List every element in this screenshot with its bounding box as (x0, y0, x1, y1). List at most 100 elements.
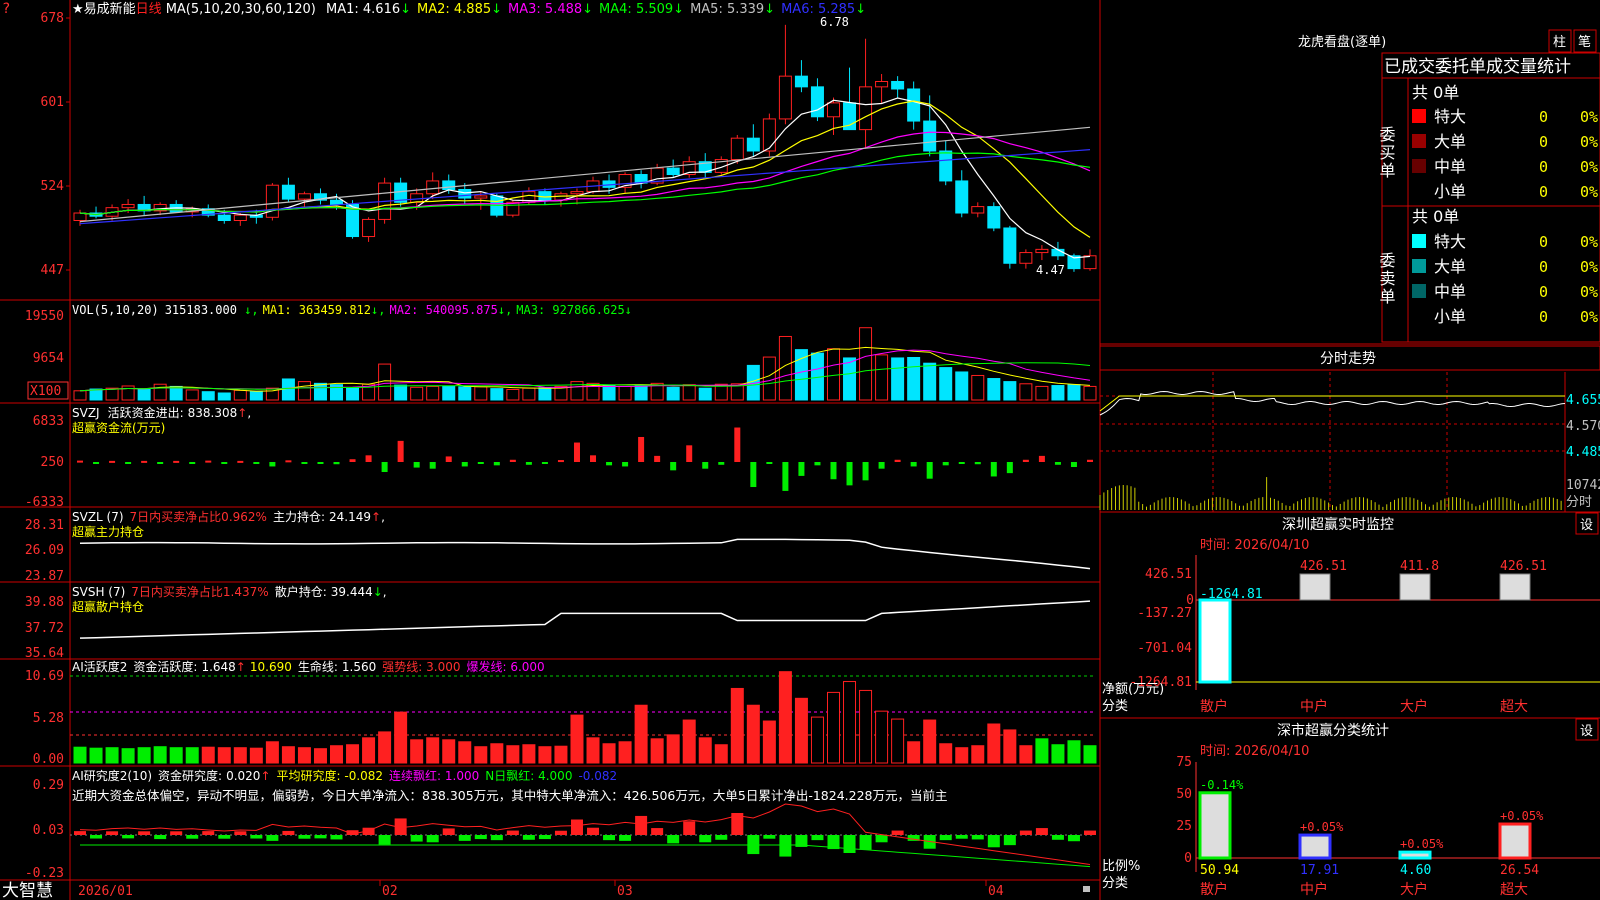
research-bar (122, 835, 135, 839)
buy-label: 委买单 (1377, 126, 1396, 180)
volume-bar (89, 388, 103, 401)
research-bar (442, 828, 455, 835)
monitor-title: 深圳超赢实时监控 (1282, 516, 1394, 533)
research-bar (74, 831, 86, 835)
activity-bar (698, 737, 712, 764)
dragon-title: 龙虎看盘(逐单) (1298, 34, 1386, 50)
volume-bar (410, 386, 424, 401)
research-bar (1084, 830, 1096, 835)
monitor-bars[interactable]: -1264.81 426.51 411.8 426.51 散户 中户 大户 超大 (1198, 559, 1547, 715)
ma-arrow: ↓ (673, 2, 684, 17)
volume-bars[interactable] (73, 327, 1097, 401)
volume-bar (859, 327, 873, 401)
research-bar (202, 831, 215, 835)
class-category: 散户 (1200, 881, 1228, 898)
research-avg-line (80, 844, 1091, 868)
svzj-y-axis: 6833 250 -6333 (25, 414, 64, 510)
candlestick-plot[interactable] (73, 24, 1097, 272)
activity-bar (89, 747, 103, 764)
ai-research-y-axis: 0.29 0.03 -0.23 (25, 778, 64, 881)
fund-flow-bar (702, 462, 709, 469)
svg-text:25: 25 (1176, 819, 1192, 834)
candle-up (826, 102, 840, 118)
class-bars[interactable]: -0.14% 50.94 散户 +0.05% 17.91 中户 +0.05% 4.60 大户 +0… (1198, 778, 1544, 898)
fund-flow-bar (205, 460, 212, 463)
volume-bar (826, 348, 840, 401)
fund-flow-bar (894, 459, 901, 462)
ma-legend-item: MA2: 4.885 (417, 2, 491, 17)
svg-text:柱: 柱 (1553, 35, 1566, 50)
class-x-title: 分类 (1102, 876, 1128, 891)
main-y-ticks (66, 17, 70, 271)
research-bar (522, 835, 535, 840)
svg-text:10742: 10742 (1566, 478, 1600, 493)
fund-flow-bar (622, 462, 629, 467)
activity-bar (714, 744, 728, 764)
activity-bar (442, 739, 456, 764)
svg-text:-0.23: -0.23 (25, 866, 64, 881)
research-bar (587, 827, 600, 835)
activity-bars[interactable] (73, 671, 1097, 764)
activity-bar (618, 741, 632, 764)
ma-line (79, 149, 1091, 225)
class-category: 中户 (1300, 881, 1328, 898)
activity-bar (778, 671, 792, 764)
volume-bar (843, 357, 857, 401)
class-time: 时间: 2026/04/10 (1200, 744, 1309, 759)
class-bar (1398, 850, 1432, 860)
stock-chart[interactable]: ? ★易成新能日线 MA(5,10,20,30,60,120) MA1: 4.61… (0, 0, 1600, 900)
fund-flow-bar (413, 462, 420, 468)
research-bar (554, 830, 567, 835)
x-label: 2026/01 (78, 884, 133, 899)
order-pct: 0% (1580, 283, 1598, 301)
ma-legend-item: MA4: 5.509 (599, 2, 673, 17)
volume-bar (618, 385, 632, 401)
candle-up (506, 201, 520, 216)
candle-up (778, 75, 792, 120)
vol-legend-item: MA2: 540095.875 (389, 303, 497, 317)
order-pct: 0% (1580, 183, 1598, 201)
candle-down (666, 167, 680, 176)
lock-icon[interactable] (1083, 886, 1090, 892)
candle-up (875, 81, 889, 88)
activity-bar (490, 743, 504, 764)
svg-text:0: 0 (1184, 851, 1192, 866)
fund-flow-bar (910, 462, 917, 467)
fund-flow-bar (525, 462, 532, 465)
svg-text:37.72: 37.72 (25, 621, 64, 636)
research-bar (234, 831, 247, 835)
buy-rows: 特大 0 0% 大单 0 0% 中单 0 0% 小单 0 0% (1412, 107, 1598, 201)
order-count: 0 (1539, 308, 1548, 326)
vol-y-axis: 19550 9654 (25, 309, 64, 366)
main-force-holding-line[interactable] (79, 538, 1091, 570)
volume-bar (490, 388, 504, 401)
top-marker: ? (2, 1, 10, 17)
monitor-bar (1399, 573, 1431, 601)
retail-holding-line[interactable] (79, 600, 1091, 639)
candle-down (810, 86, 824, 118)
volume-bar (891, 357, 905, 401)
fund-flow-bar (285, 460, 292, 463)
research-bar (715, 835, 728, 840)
activity-bar (875, 710, 889, 764)
fund-flow-bar (477, 462, 484, 464)
x-ticks (379, 880, 987, 886)
activity-bar (1083, 745, 1097, 764)
fund-flow-bar (365, 455, 372, 462)
ma-arrow: ↓ (400, 2, 411, 17)
intraday-price-line[interactable] (1099, 390, 1566, 416)
intraday-grid (1100, 372, 1565, 512)
order-color-swatch (1412, 284, 1426, 298)
research-bar (811, 835, 824, 841)
fund-flow-bar (381, 462, 388, 473)
fund-flow-bar (590, 455, 597, 462)
fund-flow-bar (798, 462, 805, 476)
order-count: 0 (1539, 258, 1548, 276)
research-bar (538, 835, 551, 840)
candle-down (907, 88, 921, 122)
fund-flow-bars[interactable] (77, 427, 1093, 491)
research-bar (314, 835, 327, 839)
class-value: +0.05% (1500, 809, 1544, 823)
volume-bar (313, 382, 327, 401)
candle-up (762, 118, 776, 152)
